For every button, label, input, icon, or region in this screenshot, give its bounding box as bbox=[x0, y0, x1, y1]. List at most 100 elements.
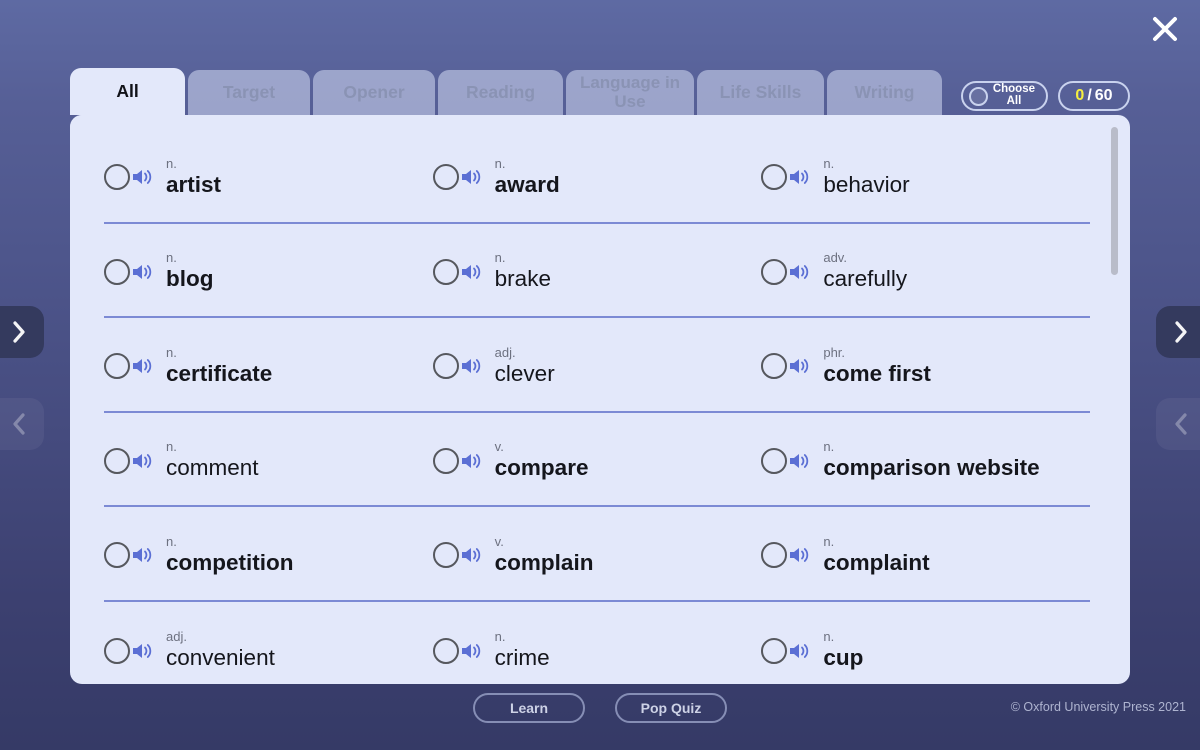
chevron-right-icon bbox=[1175, 321, 1187, 343]
tab-opener[interactable]: Opener bbox=[313, 70, 435, 115]
play-audio-button[interactable] bbox=[788, 167, 810, 187]
nav-forward-right-button[interactable] bbox=[1156, 306, 1200, 358]
choose-all-knob bbox=[968, 86, 988, 106]
word-term: convenient bbox=[166, 645, 275, 671]
word-entry[interactable]: n. artist bbox=[104, 129, 433, 222]
speaker-icon bbox=[790, 264, 809, 279]
word-entry[interactable]: n. competition bbox=[104, 507, 433, 600]
word-term: come first bbox=[823, 360, 931, 386]
play-audio-button[interactable] bbox=[460, 262, 482, 282]
word-list-panel: n. artist n. award n. behavior n. blog n. brake ad… bbox=[70, 115, 1130, 684]
word-entry[interactable]: n. complaint bbox=[761, 507, 1090, 600]
word-select-checkbox[interactable] bbox=[761, 164, 788, 191]
play-audio-button[interactable] bbox=[131, 451, 153, 471]
play-audio-button[interactable] bbox=[788, 262, 810, 282]
word-entry[interactable]: n. comparison website bbox=[761, 413, 1090, 506]
tab-target[interactable]: Target bbox=[188, 70, 310, 115]
play-audio-button[interactable] bbox=[788, 641, 810, 661]
play-audio-button[interactable] bbox=[788, 545, 810, 565]
scrollbar-track[interactable] bbox=[1111, 123, 1118, 676]
tab-all[interactable]: All bbox=[70, 68, 185, 115]
play-audio-button[interactable] bbox=[788, 451, 810, 471]
word-term: blog bbox=[166, 266, 214, 292]
choose-all-toggle[interactable]: Choose All bbox=[960, 81, 1048, 111]
word-entry[interactable]: n. comment bbox=[104, 413, 433, 506]
word-entry[interactable]: n. behavior bbox=[761, 129, 1090, 222]
word-select-checkbox[interactable] bbox=[432, 258, 459, 285]
word-text-block: v. complain bbox=[495, 535, 594, 576]
word-entry[interactable]: n. crime bbox=[432, 602, 762, 685]
speaker-icon bbox=[461, 548, 480, 563]
close-button[interactable] bbox=[1144, 8, 1186, 50]
word-entry[interactable]: v. compare bbox=[432, 413, 762, 506]
word-entry[interactable]: n. blog bbox=[104, 224, 433, 317]
nav-back-left-button[interactable] bbox=[0, 398, 44, 450]
word-row: adj. convenient n. crime n. cup bbox=[104, 602, 1090, 685]
word-select-checkbox[interactable] bbox=[432, 542, 459, 569]
word-term: competition bbox=[166, 549, 294, 575]
word-select-checkbox[interactable] bbox=[104, 353, 130, 380]
word-text-block: n. comment bbox=[166, 440, 259, 481]
word-select-checkbox[interactable] bbox=[761, 258, 788, 285]
play-audio-button[interactable] bbox=[131, 262, 153, 282]
word-entry[interactable]: adj. convenient bbox=[104, 602, 433, 685]
word-select-checkbox[interactable] bbox=[104, 447, 130, 474]
part-of-speech-label: v. bbox=[494, 533, 504, 549]
tab-life-skills[interactable]: Life Skills bbox=[697, 70, 824, 115]
tab-writing[interactable]: Writing bbox=[827, 70, 942, 115]
word-term: award bbox=[494, 171, 560, 197]
play-audio-button[interactable] bbox=[131, 356, 153, 376]
nav-forward-left-button[interactable] bbox=[0, 306, 44, 358]
learn-button[interactable]: Learn bbox=[473, 693, 585, 723]
word-select-checkbox[interactable] bbox=[761, 637, 788, 664]
word-select-checkbox[interactable] bbox=[761, 542, 788, 569]
word-entry[interactable]: n. brake bbox=[432, 224, 762, 317]
word-entry[interactable]: n. certificate bbox=[104, 318, 433, 411]
word-text-block: n. artist bbox=[166, 157, 221, 198]
word-select-checkbox[interactable] bbox=[104, 542, 130, 569]
play-audio-button[interactable] bbox=[131, 545, 153, 565]
word-text-block: n. award bbox=[495, 157, 560, 198]
pop-quiz-button[interactable]: Pop Quiz bbox=[615, 693, 727, 723]
word-text-block: n. blog bbox=[166, 251, 213, 292]
word-text-block: phr. come first bbox=[823, 346, 931, 387]
word-term: behavior bbox=[823, 171, 910, 197]
play-audio-button[interactable] bbox=[460, 545, 482, 565]
word-entry[interactable]: adv. carefully bbox=[761, 224, 1090, 317]
word-entry[interactable]: v. complain bbox=[432, 507, 762, 600]
word-select-checkbox[interactable] bbox=[761, 447, 788, 474]
speaker-icon bbox=[461, 170, 480, 185]
word-select-checkbox[interactable] bbox=[104, 637, 130, 664]
word-entry[interactable]: n. award bbox=[432, 129, 762, 222]
word-row: n. blog n. brake adv. carefully bbox=[104, 224, 1090, 318]
word-select-checkbox[interactable] bbox=[104, 164, 130, 191]
tab-reading[interactable]: Reading bbox=[438, 70, 563, 115]
copyright-text: © Oxford University Press 2021 bbox=[1010, 700, 1186, 714]
word-entry[interactable]: n. cup bbox=[761, 602, 1090, 685]
play-audio-button[interactable] bbox=[460, 641, 482, 661]
speaker-icon bbox=[133, 170, 152, 185]
speaker-icon bbox=[790, 548, 809, 563]
word-select-checkbox[interactable] bbox=[432, 637, 459, 664]
word-entry[interactable]: phr. come first bbox=[761, 318, 1090, 411]
scrollbar-thumb[interactable] bbox=[1111, 127, 1118, 275]
word-select-checkbox[interactable] bbox=[432, 447, 459, 474]
play-audio-button[interactable] bbox=[460, 356, 482, 376]
play-audio-button[interactable] bbox=[788, 356, 810, 376]
word-entry[interactable]: adj. clever bbox=[432, 318, 762, 411]
nav-back-right-button[interactable] bbox=[1156, 398, 1200, 450]
play-audio-button[interactable] bbox=[460, 167, 482, 187]
part-of-speech-label: n. bbox=[494, 155, 506, 171]
word-select-checkbox[interactable] bbox=[104, 258, 130, 285]
word-row: n. artist n. award n. behavior bbox=[104, 129, 1090, 224]
word-select-checkbox[interactable] bbox=[432, 164, 459, 191]
word-select-checkbox[interactable] bbox=[761, 353, 788, 380]
play-audio-button[interactable] bbox=[460, 451, 482, 471]
play-audio-button[interactable] bbox=[131, 167, 153, 187]
tab-tools: Choose All 0 / 60 bbox=[960, 81, 1130, 115]
part-of-speech-label: n. bbox=[166, 155, 177, 171]
word-term: clever bbox=[494, 360, 555, 386]
play-audio-button[interactable] bbox=[131, 641, 153, 661]
tab-language-in-use[interactable]: Language in Use bbox=[566, 70, 694, 115]
word-select-checkbox[interactable] bbox=[432, 353, 459, 380]
